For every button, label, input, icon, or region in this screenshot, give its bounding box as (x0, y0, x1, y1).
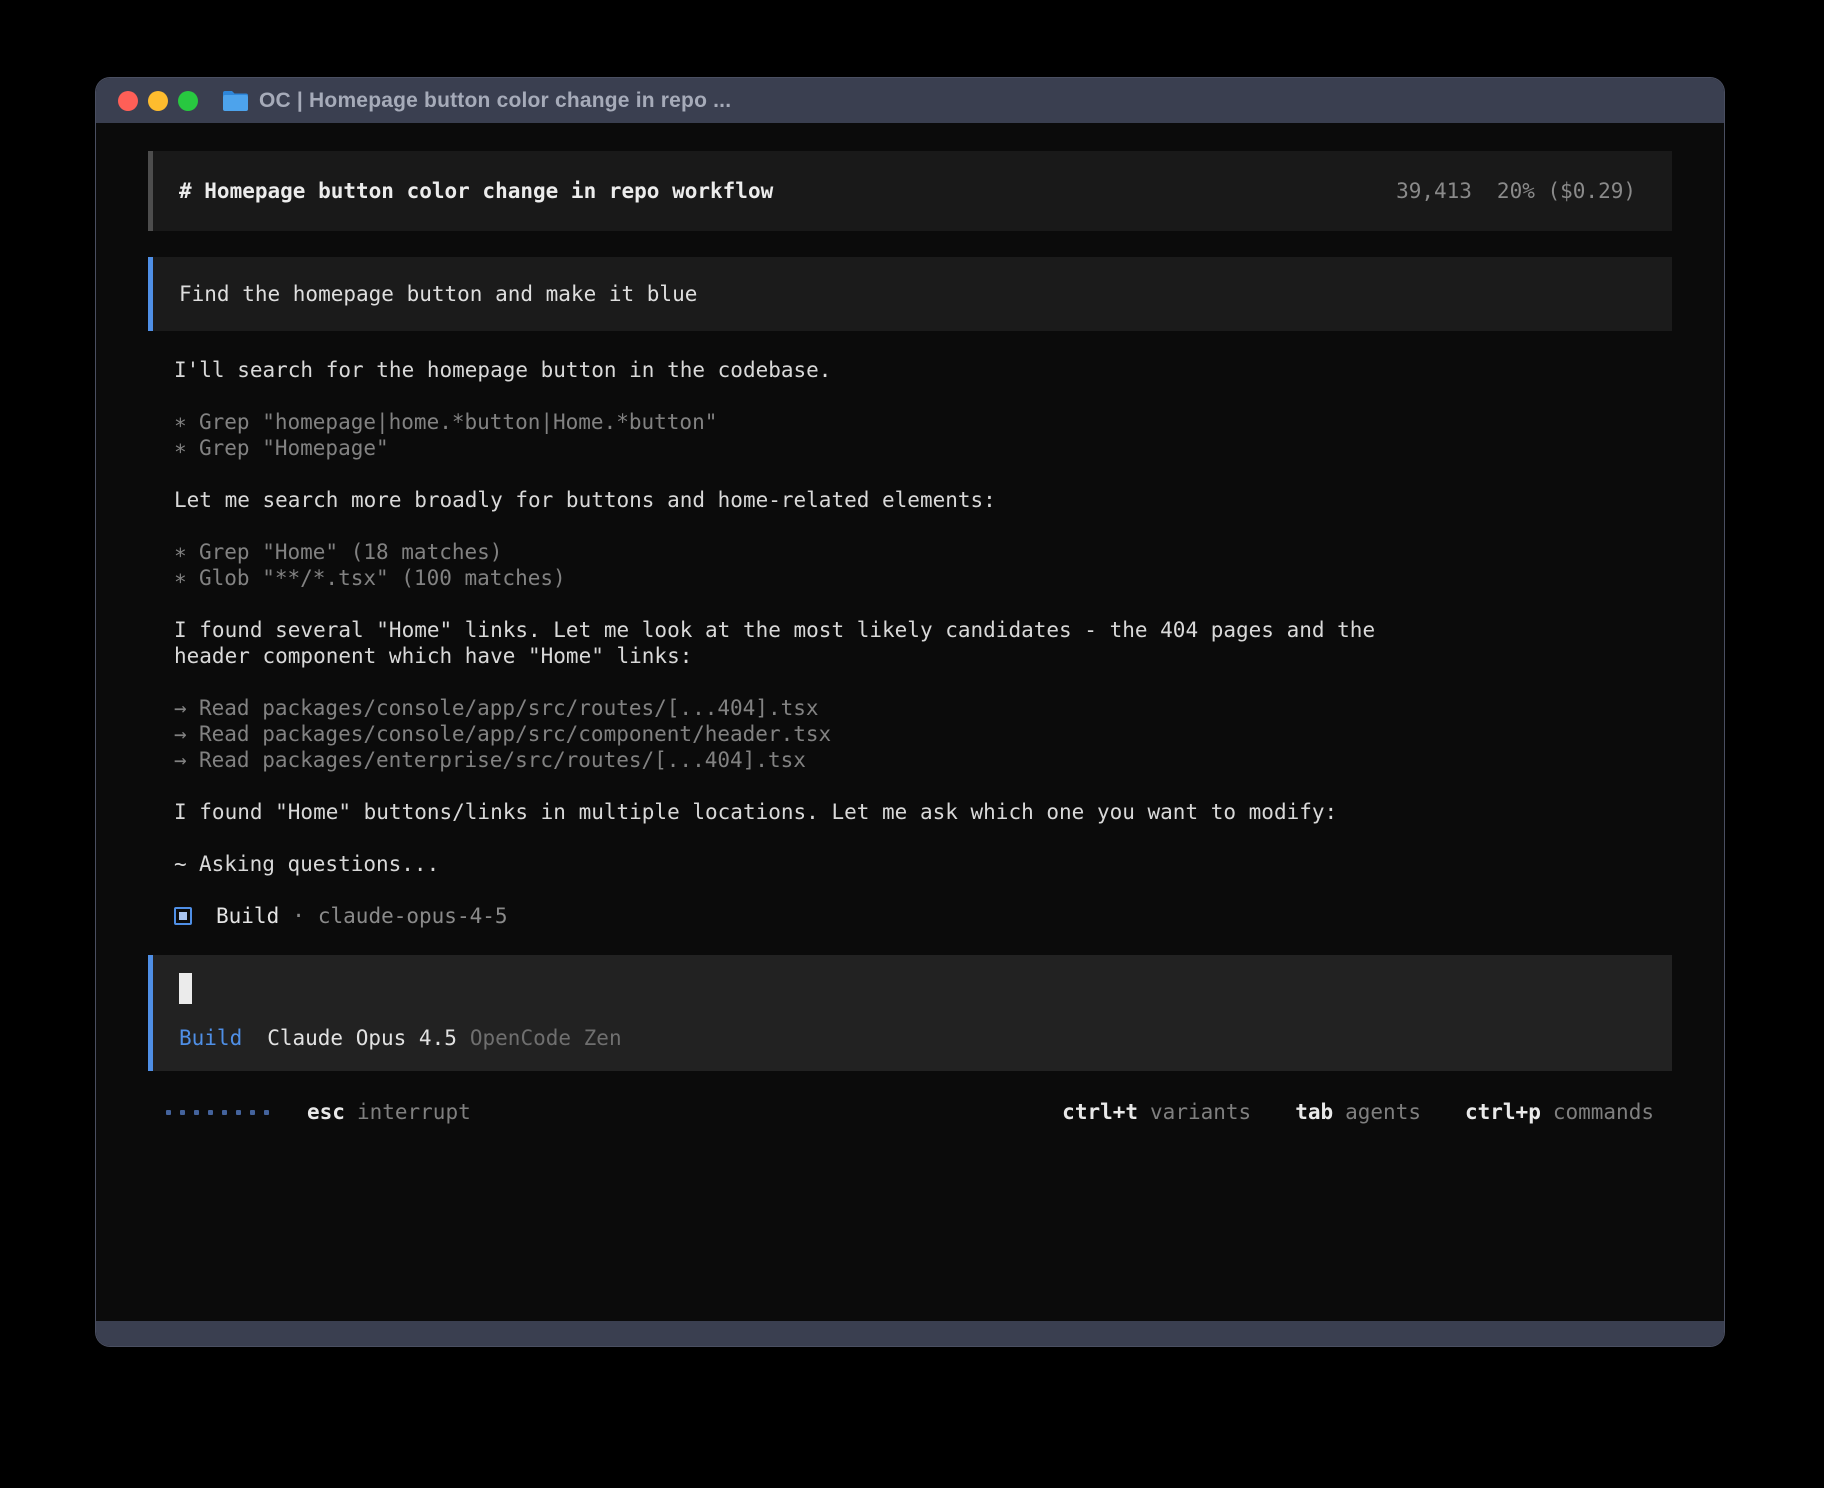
interrupt-label: interrupt (357, 1099, 471, 1125)
agent-mode-icon (174, 907, 192, 925)
minimize-button[interactable] (148, 91, 168, 111)
arrow-right-icon: → (174, 721, 187, 747)
agent-status-line: Build · claude-opus-4-5 (174, 903, 1672, 929)
prompt-input[interactable]: Build Claude Opus 4.5 OpenCode Zen (148, 955, 1672, 1071)
assistant-response: I'll search for the homepage button in t… (148, 357, 1672, 929)
token-count: 39,413 (1396, 179, 1472, 203)
terminal-window: OC | Homepage button color change in rep… (96, 78, 1724, 1346)
agent-name: Build (216, 903, 279, 929)
agent-badge[interactable]: Build (179, 1025, 242, 1051)
titlebar[interactable]: OC | Homepage button color change in rep… (96, 78, 1724, 123)
shortcut-label: agents (1345, 1099, 1421, 1125)
text-cursor (179, 973, 192, 1004)
shortcut-variants: ctrl+t variants (1062, 1099, 1251, 1125)
tool-call-text: Read packages/console/app/src/component/… (199, 722, 831, 746)
asterisk-icon: ∗ (174, 409, 187, 435)
user-message-text: Find the homepage button and make it blu… (179, 282, 697, 306)
tool-call-text: Grep "homepage|home.*button|Home.*button… (199, 410, 717, 434)
assistant-paragraph: I'll search for the homepage button in t… (174, 357, 1409, 383)
activity-text: Asking questions... (199, 852, 439, 876)
shortcut-label: commands (1553, 1099, 1654, 1125)
dot-separator: · (292, 903, 305, 929)
asterisk-icon: ∗ (174, 565, 187, 591)
assistant-paragraph: I found "Home" buttons/links in multiple… (174, 799, 1409, 825)
tool-call: → Read packages/console/app/src/routes/[.… (174, 695, 1672, 721)
tool-call-group: ∗ Grep "Home" (18 matches) ∗ Glob "**/*.ts… (174, 539, 1672, 591)
spinner-dots (166, 1110, 269, 1115)
input-footer: Build Claude Opus 4.5 OpenCode Zen (179, 1025, 1646, 1051)
tool-call-group: ∗ Grep "homepage|home.*button|Home.*butto… (174, 409, 1672, 461)
zoom-button[interactable] (178, 91, 198, 111)
shortcut-key: ctrl+p (1465, 1099, 1541, 1125)
window-bottom-edge (96, 1321, 1724, 1346)
shortcut-agents: tab agents (1295, 1099, 1421, 1125)
tool-call: ∗ Grep "homepage|home.*button|Home.*butto… (174, 409, 1672, 435)
activity-status: ~ Asking questions... (174, 851, 1672, 877)
status-bar: esc interrupt ctrl+t variants tab agents c… (148, 1099, 1672, 1125)
tool-call-text: Grep "Homepage" (199, 436, 389, 460)
close-button[interactable] (118, 91, 138, 111)
window-title: OC | Homepage button color change in rep… (259, 89, 731, 113)
arrow-right-icon: → (174, 747, 187, 773)
tool-call: ∗ Grep "Home" (18 matches) (174, 539, 1672, 565)
tool-call: → Read packages/console/app/src/component… (174, 721, 1672, 747)
asterisk-icon: ∗ (174, 435, 187, 461)
terminal-content: # Homepage button color change in repo w… (96, 123, 1724, 1321)
provider-name: OpenCode Zen (470, 1025, 622, 1051)
tool-call-group: → Read packages/console/app/src/routes/[.… (174, 695, 1672, 773)
tilde-icon: ~ (174, 851, 187, 877)
shortcut-key: tab (1295, 1099, 1333, 1125)
arrow-right-icon: → (174, 695, 187, 721)
folder-icon (222, 90, 249, 112)
traffic-lights (118, 91, 198, 111)
shortcut-label: variants (1150, 1099, 1251, 1125)
shortcut-commands: ctrl+p commands (1465, 1099, 1654, 1125)
context-cost: 20% ($0.29) (1497, 179, 1636, 203)
assistant-paragraph: Let me search more broadly for buttons a… (174, 487, 1409, 513)
session-title: # Homepage button color change in repo w… (179, 178, 773, 204)
user-message: Find the homepage button and make it blu… (148, 257, 1672, 331)
tool-call-text: Read packages/console/app/src/routes/[..… (199, 696, 819, 720)
session-header: # Homepage button color change in repo w… (148, 151, 1672, 231)
tool-call-text: Grep "Home" (18 matches) (199, 540, 502, 564)
tool-call: → Read packages/enterprise/src/routes/[..… (174, 747, 1672, 773)
tool-call-text: Read packages/enterprise/src/routes/[...… (199, 748, 806, 772)
assistant-paragraph: I found several "Home" links. Let me loo… (174, 617, 1409, 669)
session-stats: 39,413 20% ($0.29) (1396, 178, 1636, 204)
shortcut-key: ctrl+t (1062, 1099, 1138, 1125)
esc-key-hint: esc (307, 1099, 345, 1125)
asterisk-icon: ∗ (174, 539, 187, 565)
tool-call-text: Glob "**/*.tsx" (100 matches) (199, 566, 566, 590)
tool-call: ∗ Grep "Homepage" (174, 435, 1672, 461)
model-name[interactable]: Claude Opus 4.5 (267, 1025, 457, 1051)
tool-call: ∗ Glob "**/*.tsx" (100 matches) (174, 565, 1672, 591)
agent-model: claude-opus-4-5 (318, 903, 508, 929)
